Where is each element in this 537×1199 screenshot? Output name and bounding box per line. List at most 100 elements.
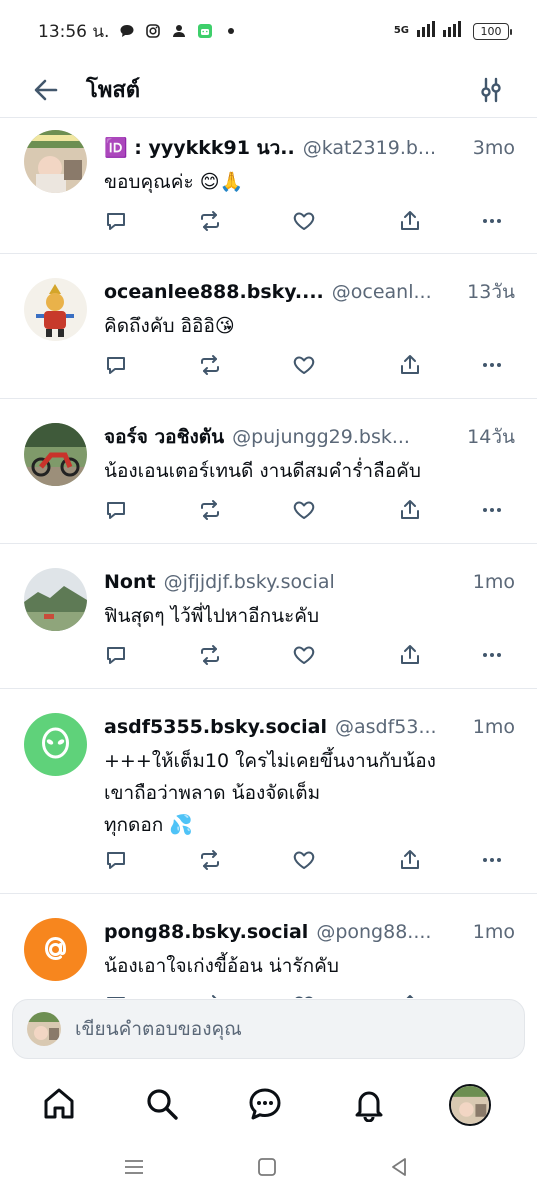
sliders-icon[interactable] (475, 74, 507, 106)
back-triangle-icon[interactable] (388, 1156, 410, 1178)
repost-icon (198, 209, 222, 233)
status-bar: 13:56 น. 5G 100 (0, 0, 537, 62)
post-author[interactable]: 🆔 : yyykkk91 นว.. (104, 133, 295, 163)
replies-feed[interactable]: 🆔 : yyykkk91 นว.. @kat2319.b... 3mo ขอบค… (0, 118, 537, 998)
reply-button[interactable] (101, 640, 131, 670)
more-icon (480, 848, 504, 872)
bell-icon[interactable] (349, 1084, 389, 1124)
repost-button[interactable] (195, 845, 225, 875)
heart-icon (292, 643, 316, 667)
repost-button[interactable] (195, 495, 225, 525)
post-time: 1mo (472, 571, 515, 593)
post-item[interactable]: Nont @jfjjdjf.bsky.social 1mo ฟินสุดๆ ไว… (0, 544, 537, 689)
heart-button[interactable] (289, 990, 319, 998)
repost-button[interactable] (195, 990, 225, 998)
post-item[interactable]: pong88.bsky.social @pong88.... 1mo น้องเ… (0, 894, 537, 998)
post-item[interactable]: oceanlee888.bsky.... @oceanl... 13วัน คิ… (0, 254, 537, 399)
post-author[interactable]: oceanlee888.bsky.... (104, 281, 324, 303)
my-avatar (27, 1012, 61, 1046)
reply-button[interactable] (101, 990, 131, 998)
android-app-icon (197, 23, 213, 39)
post-actions (104, 640, 509, 670)
repost-icon (198, 498, 222, 522)
more-button[interactable] (477, 495, 507, 525)
heart-button[interactable] (289, 845, 319, 875)
post-handle[interactable]: @pujungg29.bsk... (232, 426, 410, 448)
home-square-icon[interactable] (256, 1156, 278, 1178)
post-item[interactable]: asdf5355.bsky.social @asdf53... 1mo +++ใ… (0, 689, 537, 894)
landscape-avatar[interactable] (24, 568, 87, 631)
post-author[interactable]: Nont (104, 571, 156, 593)
battery-icon: 100 (473, 22, 512, 40)
repost-button[interactable] (195, 350, 225, 380)
repost-button[interactable] (195, 640, 225, 670)
heart-icon (292, 848, 316, 872)
share-button[interactable] (395, 495, 425, 525)
home-icon[interactable] (39, 1084, 79, 1124)
share-button[interactable] (395, 990, 425, 998)
heart-icon (292, 498, 316, 522)
more-button[interactable] (477, 845, 507, 875)
signal-icon (417, 20, 465, 43)
profile-avatar[interactable] (449, 1084, 491, 1126)
post-handle[interactable]: @oceanl... (332, 281, 432, 303)
cartoon-warrior-avatar[interactable] (24, 278, 87, 341)
search-icon[interactable] (142, 1084, 182, 1124)
reply-icon (104, 209, 128, 233)
chat-icon[interactable] (245, 1084, 285, 1124)
post-actions (104, 990, 509, 998)
post-author[interactable]: pong88.bsky.social (104, 921, 308, 943)
post-text: ขอบคุณค่ะ 😊🙏 (104, 171, 244, 193)
post-time: 1mo (472, 921, 515, 943)
repost-icon (198, 353, 222, 377)
more-button[interactable] (477, 990, 507, 998)
more-button[interactable] (477, 350, 507, 380)
share-icon (398, 498, 422, 522)
more-icon (480, 993, 504, 998)
heart-button[interactable] (289, 350, 319, 380)
heart-button[interactable] (289, 495, 319, 525)
page-title: โพสต์ (86, 78, 141, 103)
share-icon (398, 209, 422, 233)
reply-button[interactable] (101, 495, 131, 525)
post-handle[interactable]: @kat2319.b... (303, 137, 436, 159)
post-text: +++ให้เต็ม10 ใครไม่เคยขึ้นงานกับน้อง เขา… (104, 750, 436, 836)
share-button[interactable] (395, 206, 425, 236)
recents-icon[interactable] (123, 1156, 145, 1178)
reply-input[interactable]: เขียนคำตอบของคุณ (75, 1014, 242, 1044)
photo-avatar-1[interactable] (24, 130, 87, 193)
reply-button[interactable] (101, 350, 131, 380)
post-actions (104, 350, 509, 380)
heart-button[interactable] (289, 640, 319, 670)
more-icon (480, 498, 504, 522)
alien-avatar[interactable] (24, 713, 87, 776)
more-icon (480, 643, 504, 667)
motorcycle-avatar[interactable] (24, 423, 87, 486)
reply-button[interactable] (101, 206, 131, 236)
share-button[interactable] (395, 350, 425, 380)
post-time: 13วัน (467, 281, 515, 303)
repost-button[interactable] (195, 206, 225, 236)
arrow-left-icon[interactable] (30, 74, 62, 106)
repost-icon (198, 993, 222, 998)
post-author[interactable]: จอร์จ วอชิงตัน (104, 422, 224, 452)
instagram-icon (145, 23, 161, 39)
reply-button[interactable] (101, 845, 131, 875)
post-author[interactable]: asdf5355.bsky.social (104, 716, 327, 738)
post-handle[interactable]: @pong88.... (316, 921, 431, 943)
at-sign-avatar[interactable] (24, 918, 87, 981)
post-text: คิดถึงคับ อิอิอิ😘 (104, 315, 235, 337)
share-button[interactable] (395, 640, 425, 670)
reply-icon (104, 353, 128, 377)
more-button[interactable] (477, 206, 507, 236)
heart-button[interactable] (289, 206, 319, 236)
post-time: 1mo (472, 716, 515, 738)
post-actions (104, 845, 509, 875)
more-button[interactable] (477, 640, 507, 670)
post-handle[interactable]: @jfjjdjf.bsky.social (164, 571, 335, 593)
post-handle[interactable]: @asdf53... (335, 716, 437, 738)
reply-composer[interactable]: เขียนคำตอบของคุณ (12, 999, 525, 1059)
share-button[interactable] (395, 845, 425, 875)
post-item[interactable]: 🆔 : yyykkk91 นว.. @kat2319.b... 3mo ขอบค… (0, 118, 537, 254)
post-item[interactable]: จอร์จ วอชิงตัน @pujungg29.bsk... 14วัน น… (0, 399, 537, 544)
